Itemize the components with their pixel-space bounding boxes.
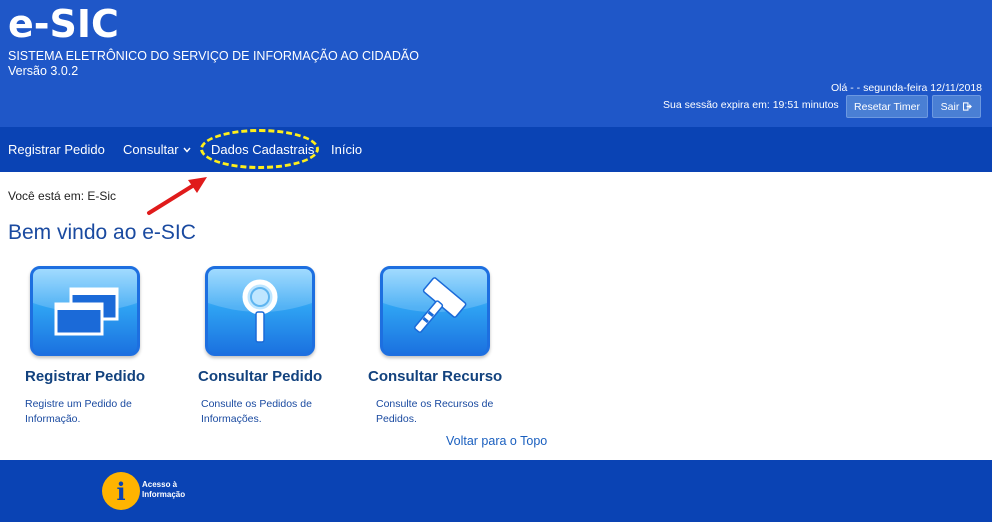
back-to-top-link[interactable]: Voltar para o Topo <box>446 434 547 448</box>
consultar-pedido-tile[interactable] <box>205 266 315 356</box>
reset-timer-button[interactable]: Resetar Timer <box>846 95 928 118</box>
consultar-recurso-tile[interactable] <box>380 266 490 356</box>
logout-label: Sair <box>940 100 960 113</box>
nav-registrar-pedido[interactable]: Registrar Pedido <box>8 127 105 172</box>
main-nav: Registrar Pedido Consultar Dados Cadastr… <box>0 127 992 172</box>
registrar-pedido-link[interactable]: Registrar Pedido <box>25 368 145 385</box>
red-arrow-annotation <box>147 177 207 215</box>
nav-dados-cadastrais[interactable]: Dados Cadastrais <box>211 127 314 172</box>
consultar-pedido-desc: Consulte os Pedidos de Informações. <box>201 398 312 425</box>
acesso-informacao-label: Acesso à Informação <box>142 480 186 499</box>
breadcrumb: Você está em: E-Sic <box>8 189 117 203</box>
info-icon[interactable]: i <box>102 472 140 510</box>
magnifier-icon <box>208 269 312 343</box>
consultar-recurso-desc: Consulte os Recursos de Pedidos. <box>376 398 494 425</box>
nav-consultar[interactable]: Consultar <box>123 127 191 172</box>
registrar-pedido-tile[interactable] <box>30 266 140 356</box>
chevron-down-icon <box>183 147 191 153</box>
registrar-pedido-desc: Registre um Pedido de Informação. <box>25 398 132 425</box>
site-header: e-SIC SISTEMA ELETRÔNICO DO SERVIÇO DE I… <box>0 0 992 127</box>
site-logo: e-SIC <box>8 2 119 46</box>
user-greeting: Olá - - segunda-feira 12/11/2018 <box>831 82 982 94</box>
gavel-icon <box>383 269 487 333</box>
consultar-recurso-link[interactable]: Consultar Recurso <box>368 368 502 385</box>
reset-timer-label: Resetar Timer <box>854 100 920 113</box>
nav-inicio[interactable]: Início <box>331 127 362 172</box>
logout-button[interactable]: Sair <box>932 95 981 118</box>
session-timer-text: Sua sessão expira em: 19:51 minutos <box>663 99 839 111</box>
logout-icon <box>963 102 973 111</box>
page-title: Bem vindo ao e-SIC <box>8 221 196 244</box>
nav-consultar-label: Consultar <box>123 142 179 157</box>
site-subtitle: SISTEMA ELETRÔNICO DO SERVIÇO DE INFORMA… <box>8 49 419 63</box>
consultar-pedido-link[interactable]: Consultar Pedido <box>198 368 322 385</box>
site-version: Versão 3.0.2 <box>8 64 79 78</box>
windows-icon <box>33 269 137 336</box>
